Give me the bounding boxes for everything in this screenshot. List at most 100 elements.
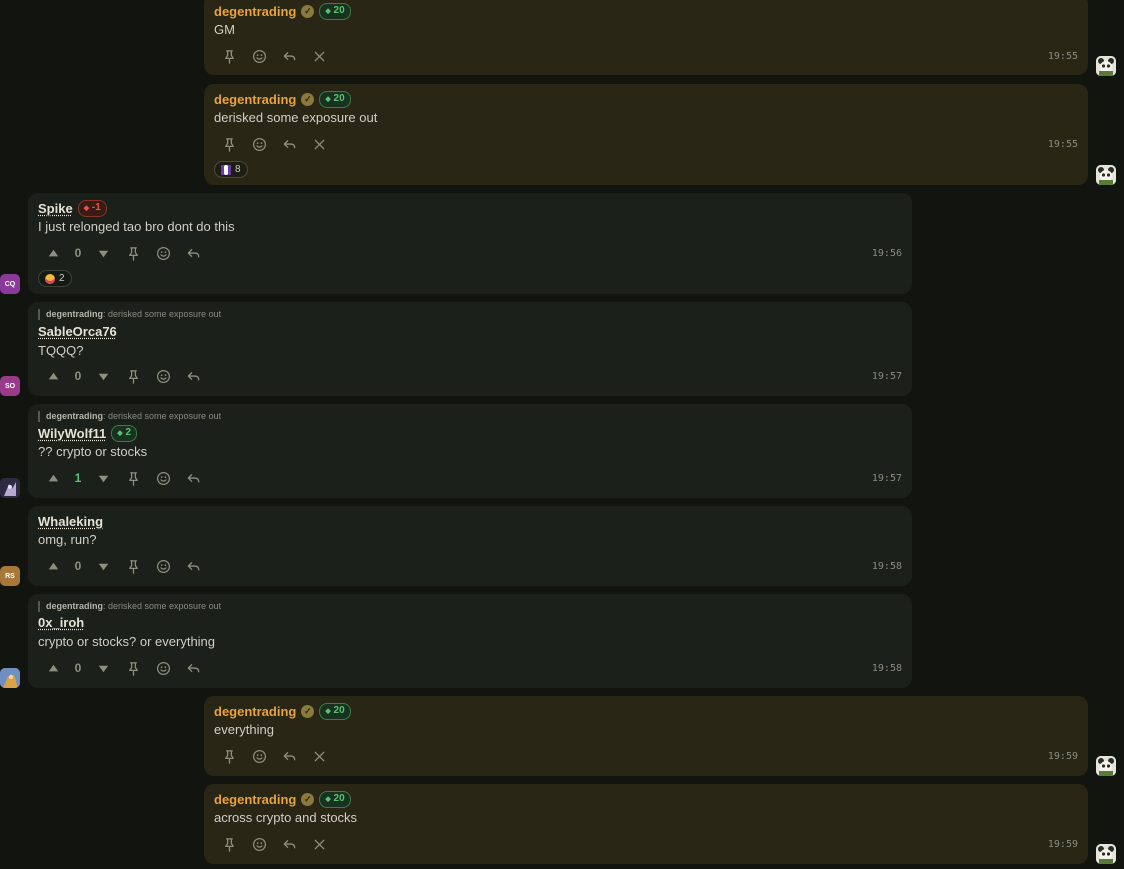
reply-author: degentrading [46,411,104,421]
pin-icon[interactable] [214,133,244,155]
author-name[interactable]: Spike [38,201,73,216]
downvote-icon[interactable] [88,467,118,489]
message-actions [214,133,334,155]
author-name[interactable]: Whaleking [38,514,103,529]
downvote-icon[interactable] [88,657,118,679]
rep-value: -1 [91,202,101,213]
diamond-icon: ◆ [325,796,331,803]
reply-reference[interactable]: degentrading: derisked some exposure out [38,309,221,320]
reply-icon[interactable] [178,242,208,264]
message-header: Whaleking [38,514,103,529]
vote-count: 0 [74,559,82,573]
reply-author: degentrading [46,309,104,319]
message-header: SableOrca76 [38,324,117,339]
diamond-icon: ◆ [325,96,331,103]
message-actions: 0 [38,555,208,577]
diamond-icon: ◆ [325,8,331,15]
smiley-icon[interactable] [244,745,274,767]
verified-check-icon: ✓ [301,793,315,806]
upvote-icon[interactable] [38,657,68,679]
timestamp: 19:59 [1047,839,1078,850]
message-text: crypto or stocks? or everything [38,634,216,649]
smiley-icon[interactable] [148,467,178,489]
message-header: 0x_iroh [38,615,84,630]
close-icon[interactable] [304,133,334,155]
reply-reference[interactable]: degentrading: derisked some exposure out [38,601,221,612]
pin-icon[interactable] [118,365,148,387]
author-name[interactable]: degentrading [214,92,296,107]
pin-icon[interactable] [214,833,244,855]
avatar[interactable] [1096,165,1116,185]
diamond-icon: ◆ [117,430,123,437]
avatar[interactable]: RS [0,566,20,586]
upvote-icon[interactable] [38,365,68,387]
pin-icon[interactable] [118,467,148,489]
message-header: degentrading ✓ ◆ 20 [214,3,351,20]
close-icon[interactable] [304,833,334,855]
verified-check-icon: ✓ [301,5,315,18]
avatar[interactable]: SO [0,376,20,396]
avatar[interactable] [1096,844,1116,864]
timestamp: 19:55 [1047,51,1078,62]
avatar[interactable]: CQ [0,274,20,294]
reply-icon[interactable] [178,657,208,679]
reply-icon[interactable] [274,833,304,855]
message-actions: 0 [38,657,208,679]
message-actions [214,745,334,767]
message-bubble: degentrading ✓ ◆ 20 everything 19:59 [204,696,1088,776]
message-actions [214,833,334,855]
upvote-icon[interactable] [38,555,68,577]
pin-icon[interactable] [118,657,148,679]
reply-icon[interactable] [178,467,208,489]
smiley-icon[interactable] [148,365,178,387]
downvote-icon[interactable] [88,242,118,264]
message-bubble: degentrading ✓ ◆ 20 GM 19:55 [204,0,1088,75]
downvote-icon[interactable] [88,555,118,577]
rep-value: 20 [333,5,345,16]
pin-icon[interactable] [214,45,244,67]
avatar[interactable] [0,478,20,498]
pin-icon[interactable] [118,555,148,577]
author-name[interactable]: degentrading [214,4,296,19]
timestamp: 19:55 [1047,139,1078,150]
smiley-icon[interactable] [244,45,274,67]
reply-icon[interactable] [274,133,304,155]
author-name[interactable]: 0x_iroh [38,615,84,630]
reply-icon[interactable] [178,555,208,577]
vote-count: 0 [74,661,82,675]
upvote-icon[interactable] [38,242,68,264]
rep-value: 2 [125,427,132,438]
verified-check-icon: ✓ [301,93,315,106]
pin-icon[interactable] [118,242,148,264]
author-name[interactable]: WilyWolf11 [38,426,106,441]
downvote-icon[interactable] [88,365,118,387]
smiley-icon[interactable] [244,133,274,155]
reply-reference[interactable]: degentrading: derisked some exposure out [38,411,221,422]
close-icon[interactable] [304,745,334,767]
reaction-chip[interactable]: 8 [214,161,248,178]
upvote-icon[interactable] [38,467,68,489]
pin-icon[interactable] [214,745,244,767]
timestamp: 19:57 [871,371,902,382]
avatar[interactable] [1096,56,1116,76]
message-text: everything [214,722,274,737]
smiley-icon[interactable] [148,657,178,679]
smiley-icon[interactable] [148,555,178,577]
smiley-icon[interactable] [148,242,178,264]
diamond-icon: ◆ [325,708,331,715]
reply-icon[interactable] [274,745,304,767]
reaction-chip[interactable]: 2 [38,270,72,287]
author-name[interactable]: degentrading [214,792,296,807]
avatar[interactable] [1096,756,1116,776]
close-icon[interactable] [304,45,334,67]
author-name[interactable]: degentrading [214,704,296,719]
vote-count: 0 [74,369,82,383]
smiley-icon[interactable] [244,833,274,855]
timestamp: 19:59 [1047,751,1078,762]
rep-badge: ◆ 2 [111,425,138,442]
reply-icon[interactable] [274,45,304,67]
author-name[interactable]: SableOrca76 [38,324,117,339]
reply-icon[interactable] [178,365,208,387]
avatar[interactable] [0,668,20,688]
rep-value: 20 [333,93,345,104]
